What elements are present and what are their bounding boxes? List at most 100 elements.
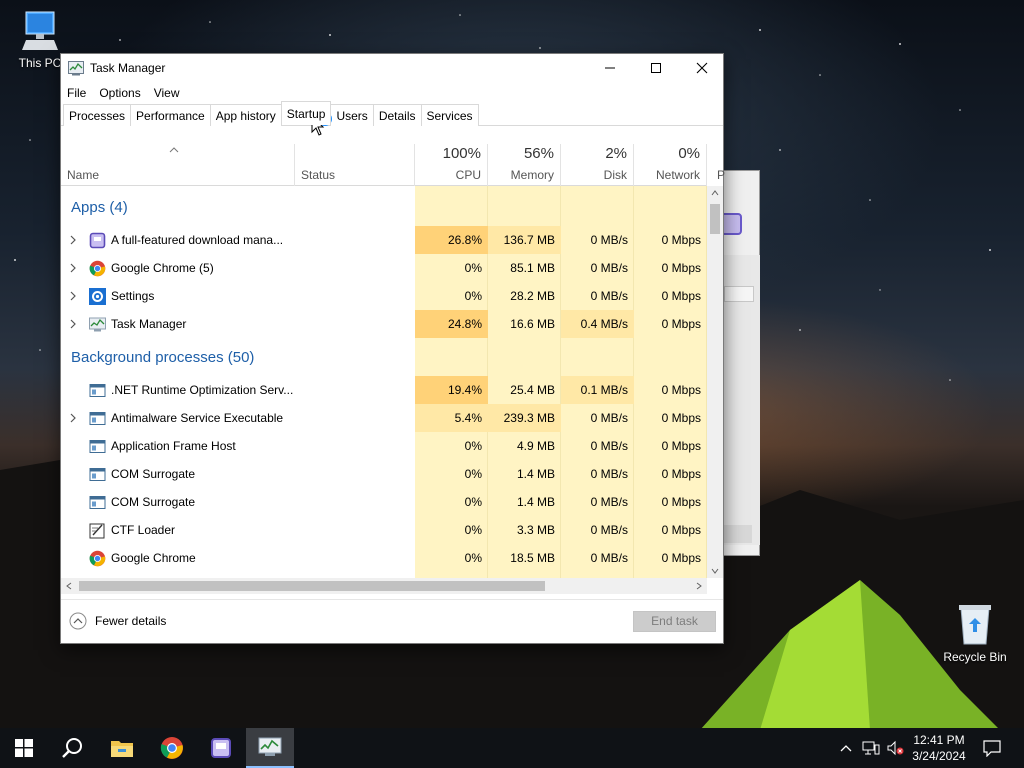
column-memory[interactable]: 56% Memory (488, 144, 561, 186)
process-row[interactable]: Google Chrome (5) 0% 85.1 MB 0 MB/s 0 Mbps (61, 254, 707, 282)
column-cpu[interactable]: 100% CPU (415, 144, 488, 186)
process-row[interactable]: Application Frame Host 0% 4.9 MB 0 MB/s 0 Mb… (61, 432, 707, 460)
tray-network[interactable] (860, 728, 882, 768)
taskbar: 12:41 PM 3/24/2024 (0, 728, 1024, 768)
sort-up-icon (169, 147, 179, 153)
disk-value: 0 MB/s (590, 439, 628, 453)
column-partial[interactable]: P (707, 144, 726, 186)
disk-total: 2% (605, 145, 627, 162)
download-manager-icon (211, 738, 231, 758)
service-window-icon (89, 438, 106, 455)
minimize-button[interactable] (587, 54, 633, 82)
column-name[interactable]: Name (61, 144, 295, 186)
chevron-up-icon (840, 745, 852, 752)
search-button[interactable] (48, 728, 96, 768)
horizontal-scrollbar[interactable] (61, 578, 707, 594)
network-value: 0 Mbps (661, 523, 701, 537)
system-clock[interactable]: 12:41 PM 3/24/2024 (905, 732, 973, 764)
group-apps: Apps (4) (61, 186, 707, 226)
column-disk[interactable]: 2% Disk (561, 144, 634, 186)
maximize-button[interactable] (633, 54, 679, 82)
cpu-value: 0% (464, 289, 482, 303)
chrome-icon (160, 737, 183, 759)
network-value: 0 Mbps (661, 467, 701, 481)
footer: Fewer details End task (61, 599, 723, 643)
desktop-icon-recycle-bin[interactable]: Recycle Bin (937, 602, 1013, 664)
memory-value: 85.1 MB (510, 261, 555, 275)
memory-value: 1.4 MB (516, 467, 555, 481)
taskbar-download-manager[interactable] (197, 728, 245, 768)
column-network[interactable]: 0% Network (634, 144, 707, 186)
process-name: Google Chrome (111, 551, 196, 565)
cpu-value: 0% (464, 439, 482, 453)
menu-options[interactable]: Options (99, 86, 140, 100)
chevron-right-icon[interactable] (68, 261, 78, 275)
process-name: Task Manager (111, 317, 187, 331)
end-task-button[interactable]: End task (633, 611, 716, 632)
background-window-button[interactable] (724, 525, 752, 543)
scroll-down-icon (711, 568, 719, 574)
tab-performance[interactable]: Performance (130, 104, 211, 126)
service-window-icon (89, 494, 106, 511)
taskbar-chrome[interactable] (148, 728, 196, 768)
column-status[interactable]: Status (295, 144, 415, 186)
chevron-right-icon[interactable] (68, 289, 78, 303)
process-row[interactable]: Task Manager 24.8% 16.6 MB 0.4 MB/s 0 Mbps (61, 310, 707, 338)
close-button[interactable] (679, 54, 725, 82)
tray-overflow[interactable] (837, 728, 855, 768)
close-icon (696, 62, 708, 74)
group-background: Background processes (50) (61, 336, 707, 376)
column-status-label: Status (301, 168, 336, 182)
scroll-left-icon (66, 582, 72, 590)
network-total: 0% (678, 145, 700, 162)
process-row[interactable]: COM Surrogate 0% 1.4 MB 0 MB/s 0 Mbps (61, 488, 707, 516)
process-name: COM Surrogate (111, 467, 196, 481)
tab-startup[interactable]: Startup (280, 101, 332, 125)
chevron-right-icon[interactable] (68, 411, 78, 425)
process-row[interactable]: .NET Runtime Optimization Serv... 19.4% 25… (61, 376, 707, 404)
column-memory-label: Memory (510, 168, 554, 182)
service-window-icon (89, 382, 106, 399)
column-cpu-label: CPU (455, 168, 481, 182)
horizontal-scroll-thumb[interactable] (79, 581, 545, 591)
disk-value: 0 MB/s (590, 551, 628, 565)
tab-app-history[interactable]: App history (209, 104, 282, 126)
action-center-button[interactable] (979, 728, 1005, 768)
start-button[interactable] (0, 728, 48, 768)
service-window-icon (89, 466, 106, 483)
title-bar[interactable]: Task Manager (61, 54, 723, 82)
fewer-details-label: Fewer details (95, 614, 167, 628)
process-row[interactable]: A full-featured download mana... 26.8% 136… (61, 226, 707, 254)
menu-file[interactable]: File (67, 86, 86, 100)
tab-users[interactable]: Users (330, 104, 374, 126)
tab-details[interactable]: Details (372, 104, 422, 126)
taskbar-task-manager[interactable] (246, 728, 294, 768)
tab-services[interactable]: Services (420, 104, 479, 126)
tray-volume[interactable] (884, 728, 906, 768)
process-row[interactable]: COM Surrogate 0% 1.4 MB 0 MB/s 0 Mbps (61, 460, 707, 488)
network-value: 0 Mbps (661, 495, 701, 509)
tab-processes[interactable]: Processes (63, 104, 132, 126)
menu-view[interactable]: View (154, 86, 180, 100)
process-row[interactable]: Settings 0% 28.2 MB 0 MB/s 0 Mbps (61, 282, 707, 310)
ctf-loader-icon (89, 522, 106, 539)
process-row[interactable]: Google Chrome 0% 18.5 MB 0 MB/s 0 Mbps (61, 544, 707, 572)
column-partial-label: P (717, 168, 726, 182)
vertical-scroll-thumb[interactable] (710, 204, 720, 234)
chevron-right-icon[interactable] (68, 317, 78, 331)
chevron-right-icon[interactable] (68, 233, 78, 247)
vertical-scrollbar[interactable] (707, 186, 723, 578)
fewer-details-button[interactable]: Fewer details (69, 612, 166, 630)
memory-value: 239.3 MB (488, 404, 561, 432)
process-row[interactable]: CTF Loader 0% 3.3 MB 0 MB/s 0 Mbps (61, 516, 707, 544)
memory-value: 4.9 MB (516, 439, 555, 453)
cpu-value: 5.4% (415, 404, 488, 432)
task-manager-window: Task Manager File Options View Processes… (60, 53, 726, 644)
memory-value: 3.3 MB (516, 523, 555, 537)
process-row[interactable]: Antimalware Service Executable 5.4% 239.3 … (61, 404, 707, 432)
column-name-label: Name (67, 168, 100, 182)
disk-value: 0 MB/s (590, 233, 628, 247)
cpu-value: 0% (464, 261, 482, 275)
taskbar-file-explorer[interactable] (98, 728, 146, 768)
network-value: 0 Mbps (661, 317, 701, 331)
